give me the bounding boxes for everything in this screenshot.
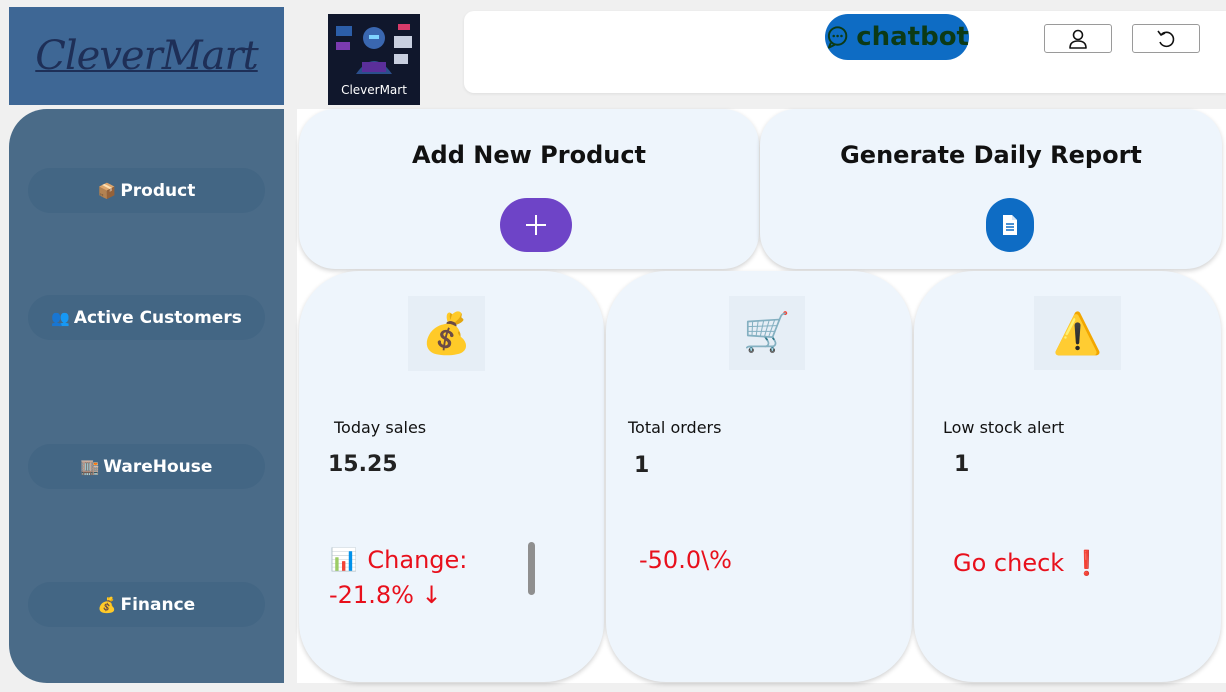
money-bag-icon: 💰 [408, 296, 485, 371]
daily-report-title: Generate Daily Report [840, 141, 1142, 169]
change-label: Change: [367, 546, 468, 574]
add-product-card: Add New Product [299, 109, 759, 269]
document-icon [1003, 215, 1017, 235]
sidebar-item-warehouse[interactable]: 🏬 WareHouse [28, 444, 265, 489]
sidebar: 📦 Product 👥 Active Customers 🏬 WareHouse… [9, 109, 284, 683]
shopping-cart-icon: 🛒 [729, 296, 805, 370]
orders-card: 🛒 Total orders 1 -50.0\% [606, 271, 912, 682]
sidebar-item-label: Active Customers [73, 307, 242, 328]
package-icon: 📦 [97, 181, 117, 200]
brand-caption: CleverMart [341, 83, 407, 97]
add-product-button[interactable] [500, 198, 572, 252]
plus-icon [526, 215, 546, 235]
money-bag-icon: 💰 [97, 595, 117, 614]
logo-text: CleverMart [35, 33, 258, 79]
sidebar-item-label: WareHouse [103, 456, 213, 477]
sidebar-item-finance[interactable]: 💰 Finance [28, 582, 265, 627]
sales-label: Today sales [334, 418, 427, 437]
sidebar-item-active-customers[interactable]: 👥 Active Customers [28, 295, 265, 340]
app-logo: CleverMart [9, 7, 284, 105]
sales-value: 15.25 [328, 452, 398, 477]
sales-card: 💰 Today sales 15.25 📊 Change: -21.8% ↓ [299, 271, 604, 682]
orders-change-value: -50.0\% [639, 546, 732, 574]
sidebar-item-product[interactable]: 📦 Product [28, 168, 265, 213]
undo-icon [1157, 30, 1175, 47]
stock-card: ⚠️ Low stock alert 1 Go check ❗ [914, 271, 1221, 682]
sidebar-item-label: Finance [120, 594, 196, 615]
building-icon: 🏬 [80, 457, 100, 476]
chat-bubble-icon [827, 26, 848, 49]
brand-image: CleverMart [328, 14, 420, 105]
people-icon: 👥 [51, 308, 70, 327]
chatbot-label: chatbot [856, 22, 969, 52]
add-product-title: Add New Product [411, 141, 647, 169]
sales-change: 📊 Change: [330, 546, 467, 574]
profile-button[interactable] [1044, 24, 1112, 53]
chatbot-button[interactable]: chatbot [825, 14, 969, 60]
user-icon [1069, 29, 1087, 49]
stock-value: 1 [954, 452, 970, 477]
daily-report-card: Generate Daily Report [760, 109, 1222, 269]
bar-chart-icon: 📊 [330, 547, 358, 572]
sales-change-value: -21.8% ↓ [329, 581, 442, 609]
warning-icon: ⚠️ [1034, 296, 1121, 370]
sidebar-item-label: Product [120, 180, 196, 201]
robot-illustration [328, 14, 420, 84]
orders-value: 1 [634, 453, 650, 478]
scrollbar-thumb[interactable] [528, 542, 535, 595]
stock-label: Low stock alert [943, 418, 1065, 437]
generate-report-button[interactable] [986, 198, 1034, 252]
go-check-link[interactable]: Go check ❗ [953, 549, 1102, 577]
orders-label: Total orders [628, 418, 722, 437]
refresh-button[interactable] [1132, 24, 1200, 53]
